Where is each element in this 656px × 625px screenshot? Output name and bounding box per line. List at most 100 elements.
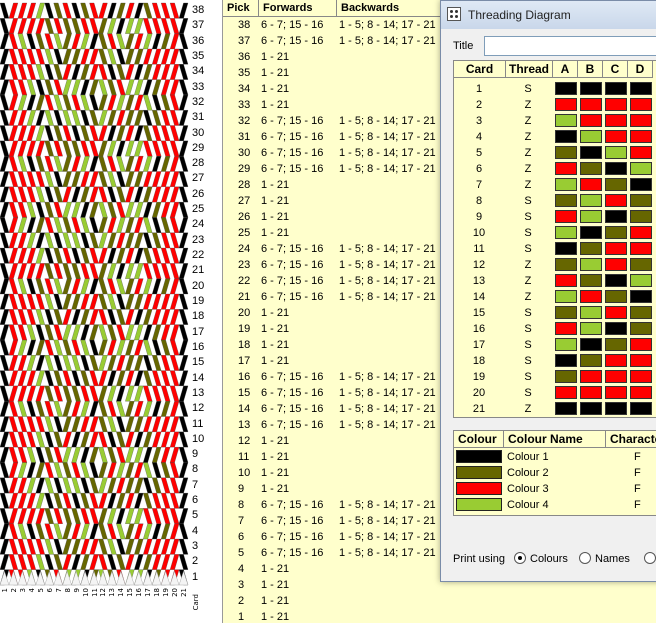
hole-c-header[interactable]: C — [603, 61, 628, 78]
colour-row[interactable]: Colour 1 F — [454, 449, 656, 465]
hole-colour-cell[interactable] — [580, 82, 602, 95]
hole-colour-cell[interactable] — [580, 370, 602, 383]
hole-colour-cell[interactable] — [580, 162, 602, 175]
hole-colour-cell[interactable] — [580, 114, 602, 127]
colour-swatch[interactable] — [456, 450, 502, 463]
thread-direction[interactable]: S — [506, 209, 550, 225]
hole-colour-cell[interactable] — [605, 242, 627, 255]
hole-colour-cell[interactable] — [605, 306, 627, 319]
hole-colour-cell[interactable] — [580, 274, 602, 287]
threading-row[interactable]: 8S — [454, 193, 656, 209]
threading-row[interactable]: 2Z — [454, 97, 656, 113]
threading-row[interactable]: 16 S — [454, 321, 656, 337]
thread-direction[interactable]: Z — [506, 97, 550, 113]
hole-colour-cell[interactable] — [605, 354, 627, 367]
thread-direction[interactable]: Z — [506, 145, 550, 161]
hole-colour-cell[interactable] — [555, 178, 577, 191]
hole-colour-cell[interactable] — [580, 130, 602, 143]
hole-colour-cell[interactable] — [580, 290, 602, 303]
hole-colour-cell[interactable] — [630, 178, 652, 191]
thread-direction[interactable]: S — [506, 337, 550, 353]
thread-direction[interactable]: Z — [506, 273, 550, 289]
hole-colour-cell[interactable] — [630, 306, 652, 319]
threading-row[interactable]: 3Z — [454, 113, 656, 129]
hole-colour-cell[interactable] — [580, 338, 602, 351]
threading-row[interactable]: 9S — [454, 209, 656, 225]
hole-colour-cell[interactable] — [630, 82, 652, 95]
thread-direction[interactable]: S — [506, 385, 550, 401]
threading-row[interactable]: 11 S — [454, 241, 656, 257]
hole-colour-cell[interactable] — [555, 114, 577, 127]
hole-colour-cell[interactable] — [630, 146, 652, 159]
hole-colour-cell[interactable] — [555, 402, 577, 415]
threading-row[interactable]: 18 S — [454, 353, 656, 369]
hole-colour-cell[interactable] — [630, 114, 652, 127]
title-input[interactable] — [484, 36, 656, 56]
threading-row[interactable]: 19 S — [454, 369, 656, 385]
hole-colour-cell[interactable] — [630, 338, 652, 351]
print-colours-label[interactable]: Colours — [530, 553, 568, 565]
hole-b-header[interactable]: B — [578, 61, 603, 78]
colour-swatch[interactable] — [456, 498, 502, 511]
hole-colour-cell[interactable] — [580, 258, 602, 271]
thread-direction[interactable]: Z — [506, 113, 550, 129]
hole-colour-cell[interactable] — [555, 338, 577, 351]
hole-colour-cell[interactable] — [605, 226, 627, 239]
hole-colour-cell[interactable] — [555, 354, 577, 367]
hole-colour-cell[interactable] — [580, 386, 602, 399]
hole-colour-cell[interactable] — [605, 290, 627, 303]
colour-swatch[interactable] — [456, 482, 502, 495]
colour-row[interactable]: Colour 4 F — [454, 497, 656, 513]
hole-colour-cell[interactable] — [555, 386, 577, 399]
hole-colour-cell[interactable] — [630, 242, 652, 255]
threading-row[interactable]: 13 Z — [454, 273, 656, 289]
thread-direction[interactable]: S — [506, 193, 550, 209]
thread-direction[interactable]: S — [506, 353, 550, 369]
thread-direction[interactable]: S — [506, 369, 550, 385]
colour-name-column-header[interactable]: Colour Name — [504, 431, 606, 448]
print-colours-radio[interactable] — [514, 552, 526, 564]
print-characters-radio[interactable] — [644, 552, 656, 564]
hole-colour-cell[interactable] — [580, 242, 602, 255]
hole-colour-cell[interactable] — [605, 258, 627, 271]
hole-colour-cell[interactable] — [555, 370, 577, 383]
hole-colour-cell[interactable] — [630, 322, 652, 335]
thread-direction[interactable]: S — [506, 81, 550, 97]
hole-colour-cell[interactable] — [630, 274, 652, 287]
hole-colour-cell[interactable] — [630, 210, 652, 223]
thread-direction[interactable]: Z — [506, 289, 550, 305]
thread-direction[interactable]: S — [506, 321, 550, 337]
hole-a-header[interactable]: A — [553, 61, 578, 78]
forwards-column-header[interactable]: Forwards — [259, 0, 337, 16]
hole-colour-cell[interactable] — [605, 386, 627, 399]
threading-row[interactable]: 21 Z — [454, 401, 656, 417]
hole-colour-cell[interactable] — [605, 130, 627, 143]
window-titlebar[interactable]: Threading Diagram — [441, 1, 656, 29]
hole-colour-cell[interactable] — [555, 274, 577, 287]
hole-colour-cell[interactable] — [605, 322, 627, 335]
hole-colour-cell[interactable] — [580, 354, 602, 367]
hole-colour-cell[interactable] — [580, 178, 602, 191]
hole-colour-cell[interactable] — [555, 322, 577, 335]
threading-row[interactable]: 15 S — [454, 305, 656, 321]
thread-direction[interactable]: Z — [506, 129, 550, 145]
hole-colour-cell[interactable] — [580, 98, 602, 111]
hole-colour-cell[interactable] — [580, 210, 602, 223]
thread-direction[interactable]: S — [506, 305, 550, 321]
thread-direction[interactable]: Z — [506, 257, 550, 273]
hole-colour-cell[interactable] — [605, 146, 627, 159]
hole-colour-cell[interactable] — [605, 82, 627, 95]
threading-row[interactable]: 4Z — [454, 129, 656, 145]
card-column-header[interactable]: Card — [454, 61, 506, 78]
thread-column-header[interactable]: Thread — [506, 61, 553, 78]
hole-colour-cell[interactable] — [605, 162, 627, 175]
hole-colour-cell[interactable] — [630, 162, 652, 175]
hole-colour-cell[interactable] — [630, 402, 652, 415]
threading-row[interactable]: 1S — [454, 81, 656, 97]
thread-direction[interactable]: Z — [506, 177, 550, 193]
threading-row[interactable]: 10 S — [454, 225, 656, 241]
hole-colour-cell[interactable] — [555, 226, 577, 239]
hole-colour-cell[interactable] — [605, 178, 627, 191]
character-column-header[interactable]: Characte — [606, 431, 656, 448]
hole-colour-cell[interactable] — [605, 274, 627, 287]
